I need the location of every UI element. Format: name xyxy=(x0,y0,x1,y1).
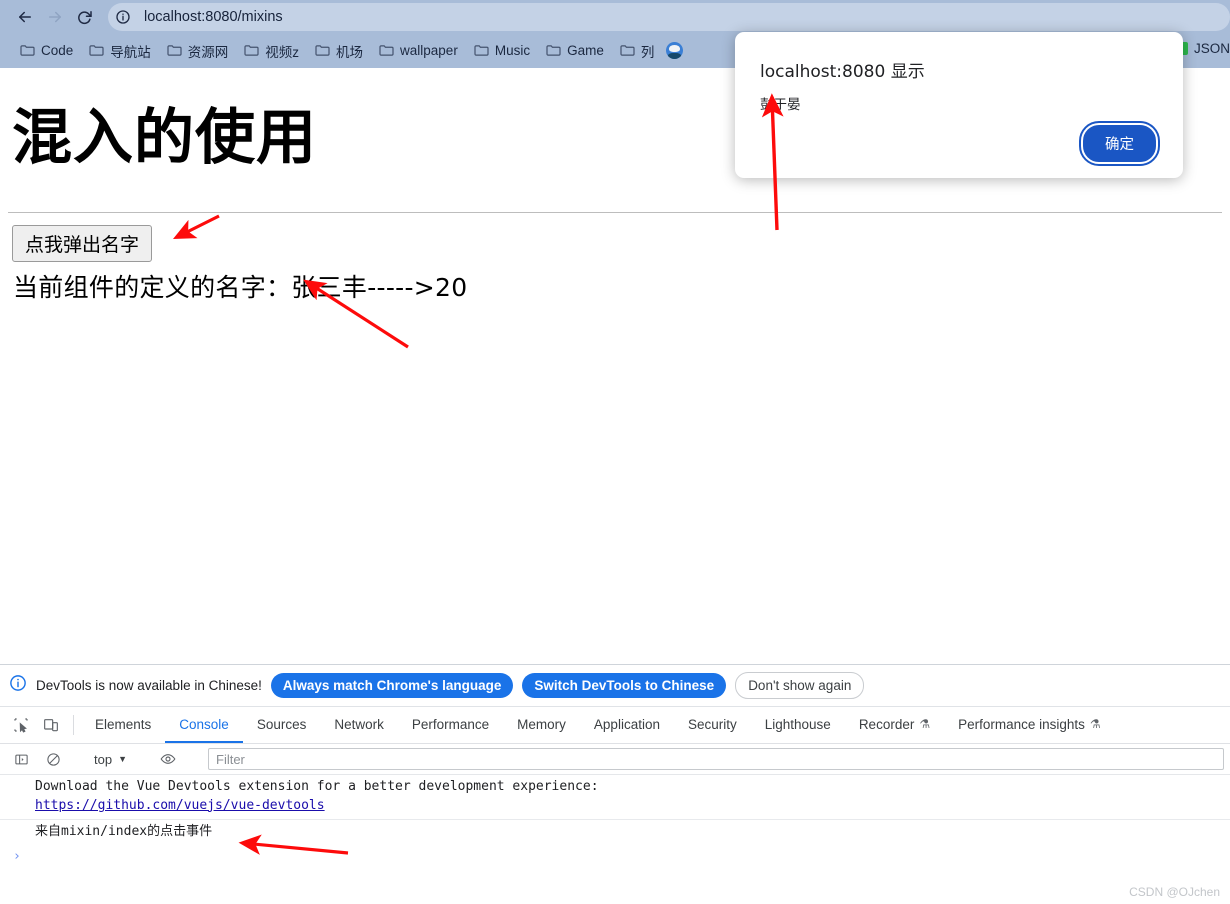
console-filter-input[interactable] xyxy=(208,748,1224,770)
bookmark-label: 导航站 xyxy=(110,41,151,61)
profile-avatar-icon[interactable] xyxy=(666,42,683,59)
folder-icon xyxy=(546,44,561,57)
tab-label: Recorder xyxy=(859,717,915,732)
clear-console-icon[interactable] xyxy=(38,752,68,767)
experimental-flask-icon: ⚗ xyxy=(919,717,930,731)
devtools-language-banner: DevTools is now available in Chinese! Al… xyxy=(0,665,1230,707)
console-toolbar: top ▼ xyxy=(0,744,1230,775)
experimental-flask-icon: ⚗ xyxy=(1090,717,1101,731)
eye-icon[interactable] xyxy=(153,751,183,767)
switch-devtools-chinese-button[interactable]: Switch DevTools to Chinese xyxy=(522,673,726,698)
bookmark-jichang[interactable]: 机场 xyxy=(307,38,371,64)
tab-label: Security xyxy=(688,717,737,732)
console-output: Download the Vue Devtools extension for … xyxy=(0,775,1230,868)
tab-lighthouse[interactable]: Lighthouse xyxy=(751,707,845,743)
folder-icon xyxy=(379,44,394,57)
bookmark-label: 资源网 xyxy=(188,41,229,61)
bookmark-label: Music xyxy=(495,43,530,58)
browser-toolbar: localhost:8080/mixins xyxy=(0,0,1230,33)
reload-button[interactable] xyxy=(70,3,100,31)
banner-text: DevTools is now available in Chinese! xyxy=(36,678,262,693)
bookmark-label: wallpaper xyxy=(400,43,458,58)
dialog-message: 彭于晏 xyxy=(735,82,1183,113)
back-button[interactable] xyxy=(10,3,40,31)
console-message: 来自mixin/index的点击事件 xyxy=(0,819,1230,845)
folder-icon xyxy=(89,44,104,57)
folder-icon xyxy=(474,44,489,57)
tab-performance[interactable]: Performance xyxy=(398,707,503,743)
folder-icon xyxy=(244,44,259,57)
folder-icon xyxy=(620,44,635,57)
chevron-down-icon: ▼ xyxy=(118,754,127,764)
tab-recorder[interactable]: Recorder ⚗ xyxy=(845,707,944,743)
bookmark-label: 列 xyxy=(641,41,655,61)
console-message-text: Download the Vue Devtools extension for … xyxy=(35,778,1230,797)
tab-sources[interactable]: Sources xyxy=(243,707,321,743)
bookmark-label: 机场 xyxy=(336,41,363,61)
toolbar-divider xyxy=(73,715,74,735)
tab-label: Network xyxy=(334,717,384,732)
console-sidebar-icon[interactable] xyxy=(6,752,36,767)
bookmark-shipinz[interactable]: 视频z xyxy=(236,38,307,64)
address-bar[interactable]: localhost:8080/mixins xyxy=(108,3,1230,31)
bookmark-label: JSON xyxy=(1194,41,1230,56)
console-prompt-symbol: › xyxy=(13,849,21,864)
tab-elements[interactable]: Elements xyxy=(81,707,165,743)
bookmark-daohangzhan[interactable]: 导航站 xyxy=(81,38,159,64)
bookmark-code[interactable]: Code xyxy=(12,40,81,61)
bookmark-wallpaper[interactable]: wallpaper xyxy=(371,40,466,61)
bookmark-ziyuanwang[interactable]: 资源网 xyxy=(159,38,237,64)
javascript-alert-dialog: localhost:8080 显示 彭于晏 确定 xyxy=(735,32,1183,178)
folder-icon xyxy=(167,44,182,57)
bookmark-label: Code xyxy=(41,43,73,58)
tab-label: Memory xyxy=(517,717,566,732)
tab-label: Lighthouse xyxy=(765,717,831,732)
back-arrow-icon xyxy=(16,8,34,26)
info-circle-icon xyxy=(9,674,27,697)
horizontal-rule xyxy=(8,212,1222,213)
bookmark-game[interactable]: Game xyxy=(538,40,612,61)
console-context-selector[interactable]: top ▼ xyxy=(87,752,134,767)
devtools-tabbar: Elements Console Sources Network Perform… xyxy=(0,707,1230,744)
tab-label: Console xyxy=(179,717,229,732)
console-message-link[interactable]: https://github.com/vuejs/vue-devtools xyxy=(35,798,325,813)
tab-memory[interactable]: Memory xyxy=(503,707,580,743)
tab-label: Application xyxy=(594,717,660,732)
tab-label: Sources xyxy=(257,717,307,732)
reload-icon xyxy=(76,8,94,26)
dialog-confirm-button[interactable]: 确定 xyxy=(1081,123,1158,164)
component-name-text: 当前组件的定义的名字：张三丰----->20 xyxy=(13,268,1222,304)
show-name-button[interactable]: 点我弹出名字 xyxy=(12,225,152,262)
context-label: top xyxy=(94,752,112,767)
bookmark-label: 视频z xyxy=(265,41,299,61)
tab-console[interactable]: Console xyxy=(165,707,243,743)
bookmark-music[interactable]: Music xyxy=(466,40,538,61)
inspect-element-icon[interactable] xyxy=(6,707,36,743)
console-prompt[interactable]: › xyxy=(0,845,1230,868)
tab-network[interactable]: Network xyxy=(320,707,398,743)
tab-label: Performance insights xyxy=(958,717,1085,732)
folder-icon xyxy=(315,44,330,57)
console-message: Download the Vue Devtools extension for … xyxy=(0,775,1230,819)
bookmark-lie[interactable]: 列 xyxy=(612,38,663,64)
bookmark-label: Game xyxy=(567,43,604,58)
tab-label: Elements xyxy=(95,717,151,732)
devtools-panel: DevTools is now available in Chinese! Al… xyxy=(0,664,1230,904)
watermark: CSDN @OJchen xyxy=(1129,885,1220,899)
console-message-text: 来自mixin/index的点击事件 xyxy=(35,824,212,839)
tab-application[interactable]: Application xyxy=(580,707,674,743)
forward-arrow-icon xyxy=(46,8,64,26)
tab-security[interactable]: Security xyxy=(674,707,751,743)
address-bar-url: localhost:8080/mixins xyxy=(144,9,283,25)
tab-performance-insights[interactable]: Performance insights ⚗ xyxy=(944,707,1115,743)
tab-label: Performance xyxy=(412,717,489,732)
device-toolbar-icon[interactable] xyxy=(36,707,66,743)
forward-button[interactable] xyxy=(40,3,70,31)
dialog-title: localhost:8080 显示 xyxy=(735,32,1183,82)
folder-icon xyxy=(20,44,35,57)
info-circle-icon[interactable] xyxy=(110,4,136,30)
always-match-language-button[interactable]: Always match Chrome's language xyxy=(271,673,514,698)
dont-show-again-button[interactable]: Don't show again xyxy=(735,672,864,699)
